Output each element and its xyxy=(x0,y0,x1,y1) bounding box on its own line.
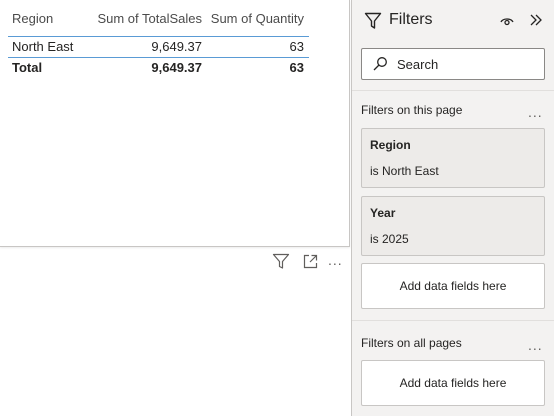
total-sales-value: 9,649.37 xyxy=(151,60,202,75)
add-data-fields-label: Add data fields here xyxy=(399,279,507,293)
filter-icon[interactable] xyxy=(272,253,290,275)
table-total-row: Total 9,649.37 63 xyxy=(8,57,309,79)
report-canvas: Region Sum of TotalSales Sum of Quantity… xyxy=(0,0,554,416)
filters-on-all-pages-label: Filters on all pages xyxy=(361,336,462,350)
filters-pane: Filters Search Filters on this page ... … xyxy=(351,0,554,416)
filters-on-this-page-label: Filters on this page xyxy=(361,103,463,117)
eye-icon[interactable] xyxy=(500,14,514,32)
more-options-icon[interactable]: ... xyxy=(528,105,543,119)
search-icon xyxy=(372,56,388,77)
cell-region: North East xyxy=(12,39,74,54)
total-quantity-value: 63 xyxy=(289,60,304,75)
more-options-icon[interactable]: ... xyxy=(328,253,343,267)
filter-card-value: is North East xyxy=(370,164,439,178)
column-header-region[interactable]: Region xyxy=(12,8,53,30)
filter-card-name: Year xyxy=(370,206,396,220)
add-data-fields-label: Add data fields here xyxy=(399,376,507,390)
filter-card-region[interactable]: Region is North East xyxy=(361,128,545,188)
collapse-pane-icon[interactable] xyxy=(529,13,543,32)
filter-icon xyxy=(364,12,382,35)
add-data-fields-dropzone-all-pages[interactable]: Add data fields here xyxy=(361,360,545,406)
filters-title-text: Filters xyxy=(389,11,433,28)
add-data-fields-dropzone[interactable]: Add data fields here xyxy=(361,263,545,309)
cell-quantity: 63 xyxy=(289,39,304,54)
filter-card-year[interactable]: Year is 2025 xyxy=(361,196,545,256)
search-placeholder: Search xyxy=(397,57,439,72)
section-divider xyxy=(352,320,554,321)
filters-search-input[interactable]: Search xyxy=(361,48,545,80)
table-row[interactable]: North East 9,649.37 63 xyxy=(8,36,309,58)
more-options-icon[interactable]: ... xyxy=(528,338,543,352)
column-header-quantity[interactable]: Sum of Quantity xyxy=(211,8,304,30)
focus-mode-icon[interactable] xyxy=(302,253,319,275)
table-visual[interactable]: Region Sum of TotalSales Sum of Quantity… xyxy=(0,0,350,247)
filter-card-value: is 2025 xyxy=(370,232,409,246)
total-label: Total xyxy=(12,60,43,75)
pane-divider xyxy=(352,90,554,91)
column-header-total-sales[interactable]: Sum of TotalSales xyxy=(97,8,202,30)
filter-card-name: Region xyxy=(370,138,411,152)
table-header-row: Region Sum of TotalSales Sum of Quantity xyxy=(8,8,309,30)
visual-header-icons: ... xyxy=(272,253,348,271)
cell-total-sales: 9,649.37 xyxy=(151,39,202,54)
